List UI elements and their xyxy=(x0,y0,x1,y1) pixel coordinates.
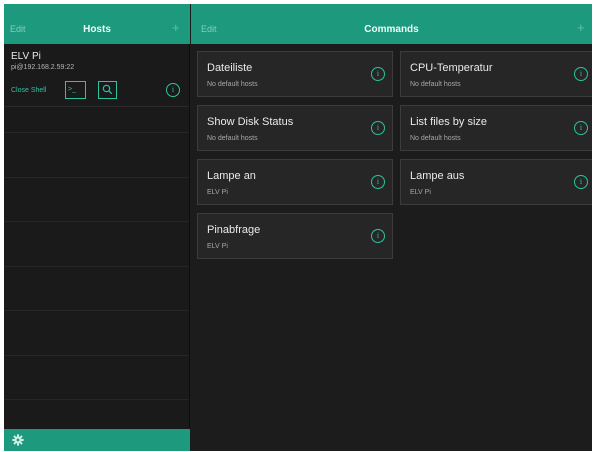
hosts-header: Edit Hosts + xyxy=(4,4,190,44)
command-card-lampe-an[interactable]: Lampe an ELV Pi i xyxy=(197,159,393,205)
command-hosts: ELV Pi xyxy=(207,189,228,196)
list-divider xyxy=(4,132,189,133)
host-address: pi@192.168.2.59:22 xyxy=(11,64,75,71)
command-hosts: ELV Pi xyxy=(410,189,431,196)
commands-pane: Edit Commands + Dateiliste No default ho… xyxy=(191,4,592,451)
hosts-title: Hosts xyxy=(83,24,111,35)
list-divider xyxy=(4,310,189,311)
gear-icon[interactable] xyxy=(12,434,24,446)
info-icon[interactable]: i xyxy=(371,229,385,243)
commands-header: Edit Commands + xyxy=(191,4,592,44)
list-divider xyxy=(4,399,189,400)
command-hosts: No default hosts xyxy=(410,135,461,142)
command-title: Lampe an xyxy=(207,170,256,182)
info-icon[interactable]: i xyxy=(574,121,588,135)
command-hosts: No default hosts xyxy=(410,81,461,88)
command-title: List files by size xyxy=(410,116,488,128)
info-icon[interactable]: i xyxy=(574,175,588,189)
command-card-lampe-aus[interactable]: Lampe aus ELV Pi i xyxy=(400,159,592,205)
command-title: Pinabfrage xyxy=(207,224,261,236)
command-title: Lampe aus xyxy=(410,170,465,182)
host-info-icon[interactable]: i xyxy=(166,83,180,97)
app-window: Edit Hosts + ELV Pi pi@192.168.2.59:22 C… xyxy=(4,4,592,451)
host-row[interactable]: ELV Pi pi@192.168.2.59:22 Close Shell >_… xyxy=(4,44,189,107)
list-divider xyxy=(4,355,189,356)
host-name: ELV Pi xyxy=(11,51,41,62)
list-divider xyxy=(4,221,189,222)
command-card-list-files-by-size[interactable]: List files by size No default hosts i xyxy=(400,105,592,151)
hosts-pane: Edit Hosts + ELV Pi pi@192.168.2.59:22 C… xyxy=(4,4,190,451)
command-card-cpu-temperatur[interactable]: CPU-Temperatur No default hosts i xyxy=(400,51,592,97)
command-card-pinabfrage[interactable]: Pinabfrage ELV Pi i xyxy=(197,213,393,259)
list-divider xyxy=(4,266,189,267)
info-icon[interactable]: i xyxy=(371,175,385,189)
info-icon[interactable]: i xyxy=(371,121,385,135)
info-icon[interactable]: i xyxy=(371,67,385,81)
search-icon[interactable] xyxy=(98,81,117,99)
add-command-plus-icon[interactable]: + xyxy=(577,20,585,35)
command-card-show-disk-status[interactable]: Show Disk Status No default hosts i xyxy=(197,105,393,151)
command-card-dateiliste[interactable]: Dateiliste No default hosts i xyxy=(197,51,393,97)
info-icon[interactable]: i xyxy=(574,67,588,81)
command-hosts: ELV Pi xyxy=(207,243,228,250)
hosts-footer xyxy=(4,429,190,451)
list-divider xyxy=(4,177,189,178)
command-title: Dateiliste xyxy=(207,62,253,74)
command-hosts: No default hosts xyxy=(207,135,258,142)
terminal-icon[interactable]: >_ xyxy=(65,81,86,99)
command-title: Show Disk Status xyxy=(207,116,294,128)
commands-title: Commands xyxy=(364,24,419,35)
close-shell-button[interactable]: Close Shell xyxy=(11,87,46,94)
command-title: CPU-Temperatur xyxy=(410,62,493,74)
add-host-plus-icon[interactable]: + xyxy=(172,20,180,35)
command-hosts: No default hosts xyxy=(207,81,258,88)
